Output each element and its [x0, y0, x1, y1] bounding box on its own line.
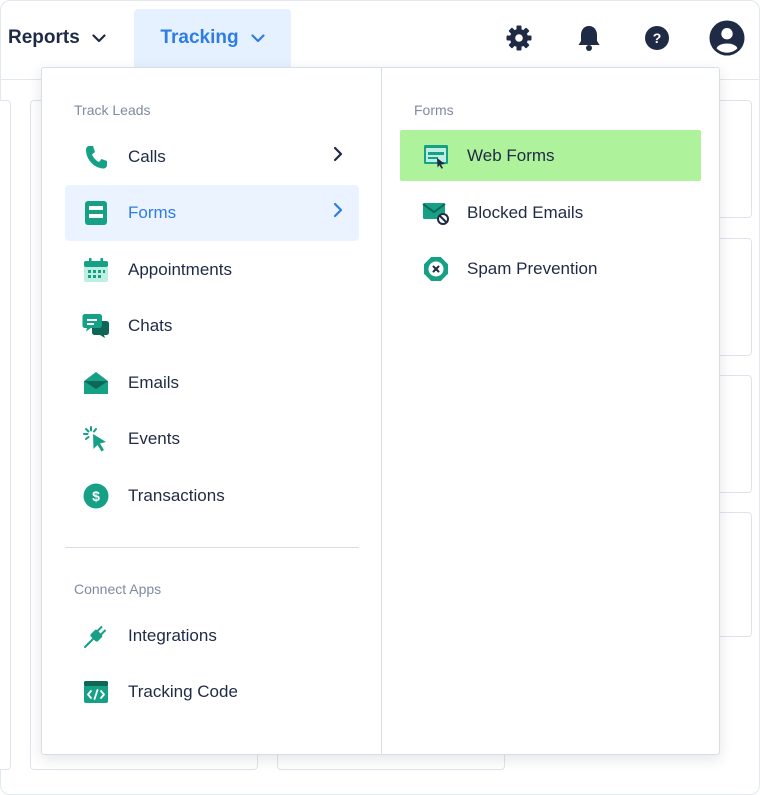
help-icon[interactable]: ?	[639, 20, 675, 56]
web-form-icon	[421, 141, 451, 171]
nav-tracking-label: Tracking	[160, 27, 239, 48]
submenu-item-label: Blocked Emails	[467, 202, 584, 222]
chevron-down-icon	[250, 33, 265, 43]
phone-icon	[81, 142, 111, 172]
submenu-item-label: Web Forms	[467, 145, 555, 165]
submenu-item-web-forms[interactable]: Web Forms	[400, 130, 701, 181]
blocked-email-icon	[421, 198, 451, 228]
spam-prevention-icon	[421, 254, 451, 284]
svg-text:$: $	[92, 488, 100, 504]
code-icon	[81, 677, 111, 707]
connect-apps-heading: Connect Apps	[74, 581, 162, 597]
gear-icon[interactable]	[501, 20, 537, 56]
menu-item-label: Appointments	[128, 260, 232, 279]
tracking-dropdown: Track Leads Calls Forms Appointments Cha…	[41, 67, 720, 755]
menu-divider	[65, 547, 359, 548]
chevron-right-icon	[333, 202, 343, 218]
menu-item-label: Events	[128, 429, 180, 448]
track-leads-heading: Track Leads	[74, 102, 151, 118]
menu-item-label: Forms	[128, 203, 177, 222]
menu-item-events[interactable]: Events	[65, 411, 359, 467]
menu-item-transactions[interactable]: $ Transactions	[65, 468, 359, 524]
menu-item-label: Emails	[128, 373, 180, 392]
submenu-item-blocked-emails[interactable]: Blocked Emails	[400, 187, 701, 238]
nav-tracking-menu[interactable]: Tracking	[134, 9, 291, 67]
menu-item-appointments[interactable]: Appointments	[65, 242, 359, 298]
chevron-down-icon	[92, 33, 106, 43]
menu-item-forms[interactable]: Forms	[65, 185, 359, 241]
tracking-menu-column: Track Leads Calls Forms Appointments Cha…	[42, 68, 381, 754]
svg-text:?: ?	[653, 30, 662, 46]
menu-item-emails[interactable]: Emails	[65, 355, 359, 411]
menu-item-calls[interactable]: Calls	[65, 129, 359, 185]
dollar-icon: $	[81, 481, 111, 511]
background-card	[0, 100, 11, 770]
menu-item-label: Chats	[128, 316, 173, 335]
chevron-right-icon	[333, 146, 343, 162]
chat-icon	[81, 311, 111, 341]
nav-reports-label: Reports	[8, 27, 80, 48]
menu-item-label: Transactions	[128, 486, 225, 505]
menu-item-chats[interactable]: Chats	[65, 298, 359, 354]
menu-item-label: Integrations	[128, 626, 217, 645]
menu-item-label: Calls	[128, 147, 166, 166]
bell-icon[interactable]	[571, 20, 607, 56]
submenu-item-label: Spam Prevention	[467, 258, 598, 278]
forms-submenu-heading: Forms	[414, 102, 454, 118]
submenu-item-spam-prevention[interactable]: Spam Prevention	[400, 243, 701, 294]
menu-item-integrations[interactable]: Integrations	[65, 608, 359, 664]
form-icon	[81, 198, 111, 228]
menu-item-label: Tracking Code	[128, 682, 238, 701]
cursor-click-icon	[81, 424, 111, 454]
forms-submenu-column: Forms Web Forms Blocked Emails Spam Prev…	[381, 68, 719, 754]
plug-icon	[81, 621, 111, 651]
nav-reports-menu[interactable]: Reports	[8, 9, 106, 67]
user-icon[interactable]	[709, 20, 745, 56]
envelope-icon	[81, 368, 111, 398]
calendar-icon	[81, 255, 111, 285]
menu-item-tracking-code[interactable]: Tracking Code	[65, 664, 359, 720]
